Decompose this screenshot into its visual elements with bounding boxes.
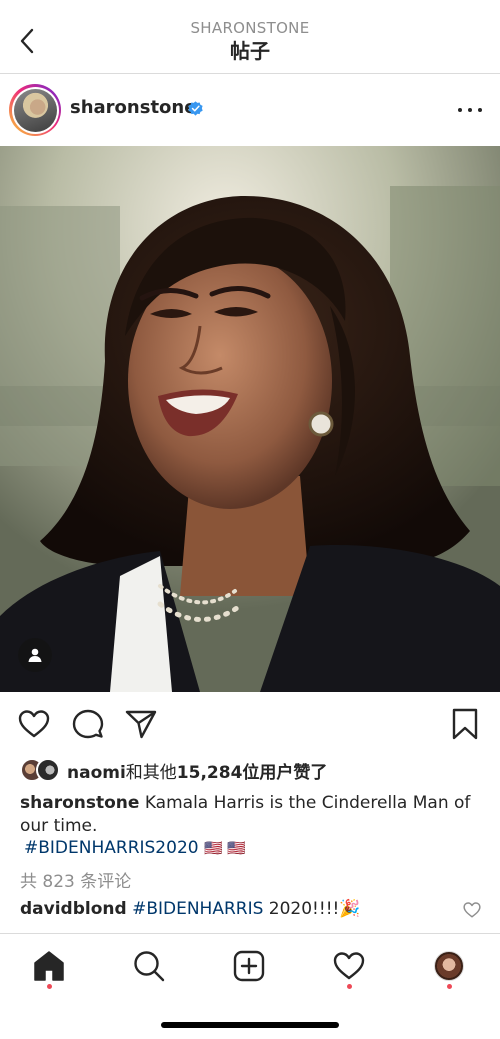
save-button[interactable] [448, 707, 482, 741]
search-icon [134, 951, 165, 982]
verified-badge-icon [188, 101, 203, 116]
tagged-people-button[interactable] [18, 638, 52, 672]
share-button[interactable] [124, 707, 158, 741]
likes-summary[interactable]: naomi和其他15,284位用户赞了 [20, 756, 327, 784]
flag-emojis: 🇺🇸 🇺🇸 [203, 839, 247, 857]
comment-hashtag[interactable]: #BIDENHARRIS [132, 899, 263, 919]
liker-avatar [36, 758, 60, 782]
view-all-comments-link[interactable]: 共 823 条评论 [20, 867, 131, 892]
likes-count[interactable]: 15,284 [177, 763, 243, 783]
page-title: 帖子 [230, 39, 270, 63]
top-navigation-bar: SHARONSTONE 帖子 [0, 0, 500, 74]
liker-username[interactable]: naomi [67, 763, 126, 783]
chevron-left-icon [20, 28, 34, 54]
likes-suffix: 位用户赞了 [242, 762, 328, 783]
caption-username[interactable]: sharonstone [20, 793, 139, 813]
bookmark-icon [452, 708, 478, 740]
portrait-illustration [0, 146, 500, 692]
post-caption: sharonstone Kamala Harris is the Cindere… [20, 792, 480, 838]
comment-button[interactable] [71, 707, 105, 741]
profile-avatar [434, 951, 464, 981]
caption-hashtags: #BIDENHARRIS2020 🇺🇸 🇺🇸 [24, 837, 246, 860]
tab-home[interactable] [29, 946, 69, 986]
comment-bubble-icon [72, 709, 104, 739]
nav-account-name: SHARONSTONE [190, 19, 310, 37]
tab-activity[interactable] [329, 946, 369, 986]
tab-search[interactable] [129, 946, 169, 986]
home-indicator-bar [161, 1022, 339, 1028]
tab-profile[interactable] [429, 946, 469, 986]
back-button[interactable] [12, 24, 42, 58]
comment-row: davidblond #BIDENHARRIS 2020!!!!🎉 [20, 897, 460, 921]
post-action-bar [0, 692, 500, 756]
more-options-button[interactable] [458, 100, 482, 120]
heart-icon [333, 952, 365, 980]
ellipsis-icon [458, 108, 462, 112]
comment-like-heart-icon[interactable] [463, 901, 481, 919]
post-photo[interactable] [0, 146, 500, 692]
author-avatar[interactable] [9, 84, 61, 136]
hashtag-link[interactable]: #BIDENHARRIS2020 [24, 838, 199, 858]
home-notification-dot [47, 984, 52, 989]
plus-square-icon [233, 950, 265, 982]
nav-title-group: SHARONSTONE 帖子 [100, 18, 400, 64]
tab-create[interactable] [229, 946, 269, 986]
bottom-tab-bar [0, 933, 500, 1039]
profile-notification-dot [447, 984, 452, 989]
paper-plane-icon [125, 710, 157, 739]
likes-connector: 和其他 [125, 762, 177, 783]
heart-icon [18, 710, 50, 738]
person-tag-icon [28, 648, 42, 662]
likes-text: naomi和其他15,284位用户赞了 [67, 758, 327, 783]
author-username[interactable]: sharonstone [70, 97, 196, 118]
activity-notification-dot [347, 984, 352, 989]
post-header: sharonstone [0, 74, 500, 146]
comment-username[interactable]: davidblond [20, 899, 127, 919]
comment-text: 2020!!!!🎉 [268, 899, 361, 919]
author-avatar-image [13, 88, 57, 132]
like-button[interactable] [17, 707, 51, 741]
home-icon [34, 951, 64, 981]
